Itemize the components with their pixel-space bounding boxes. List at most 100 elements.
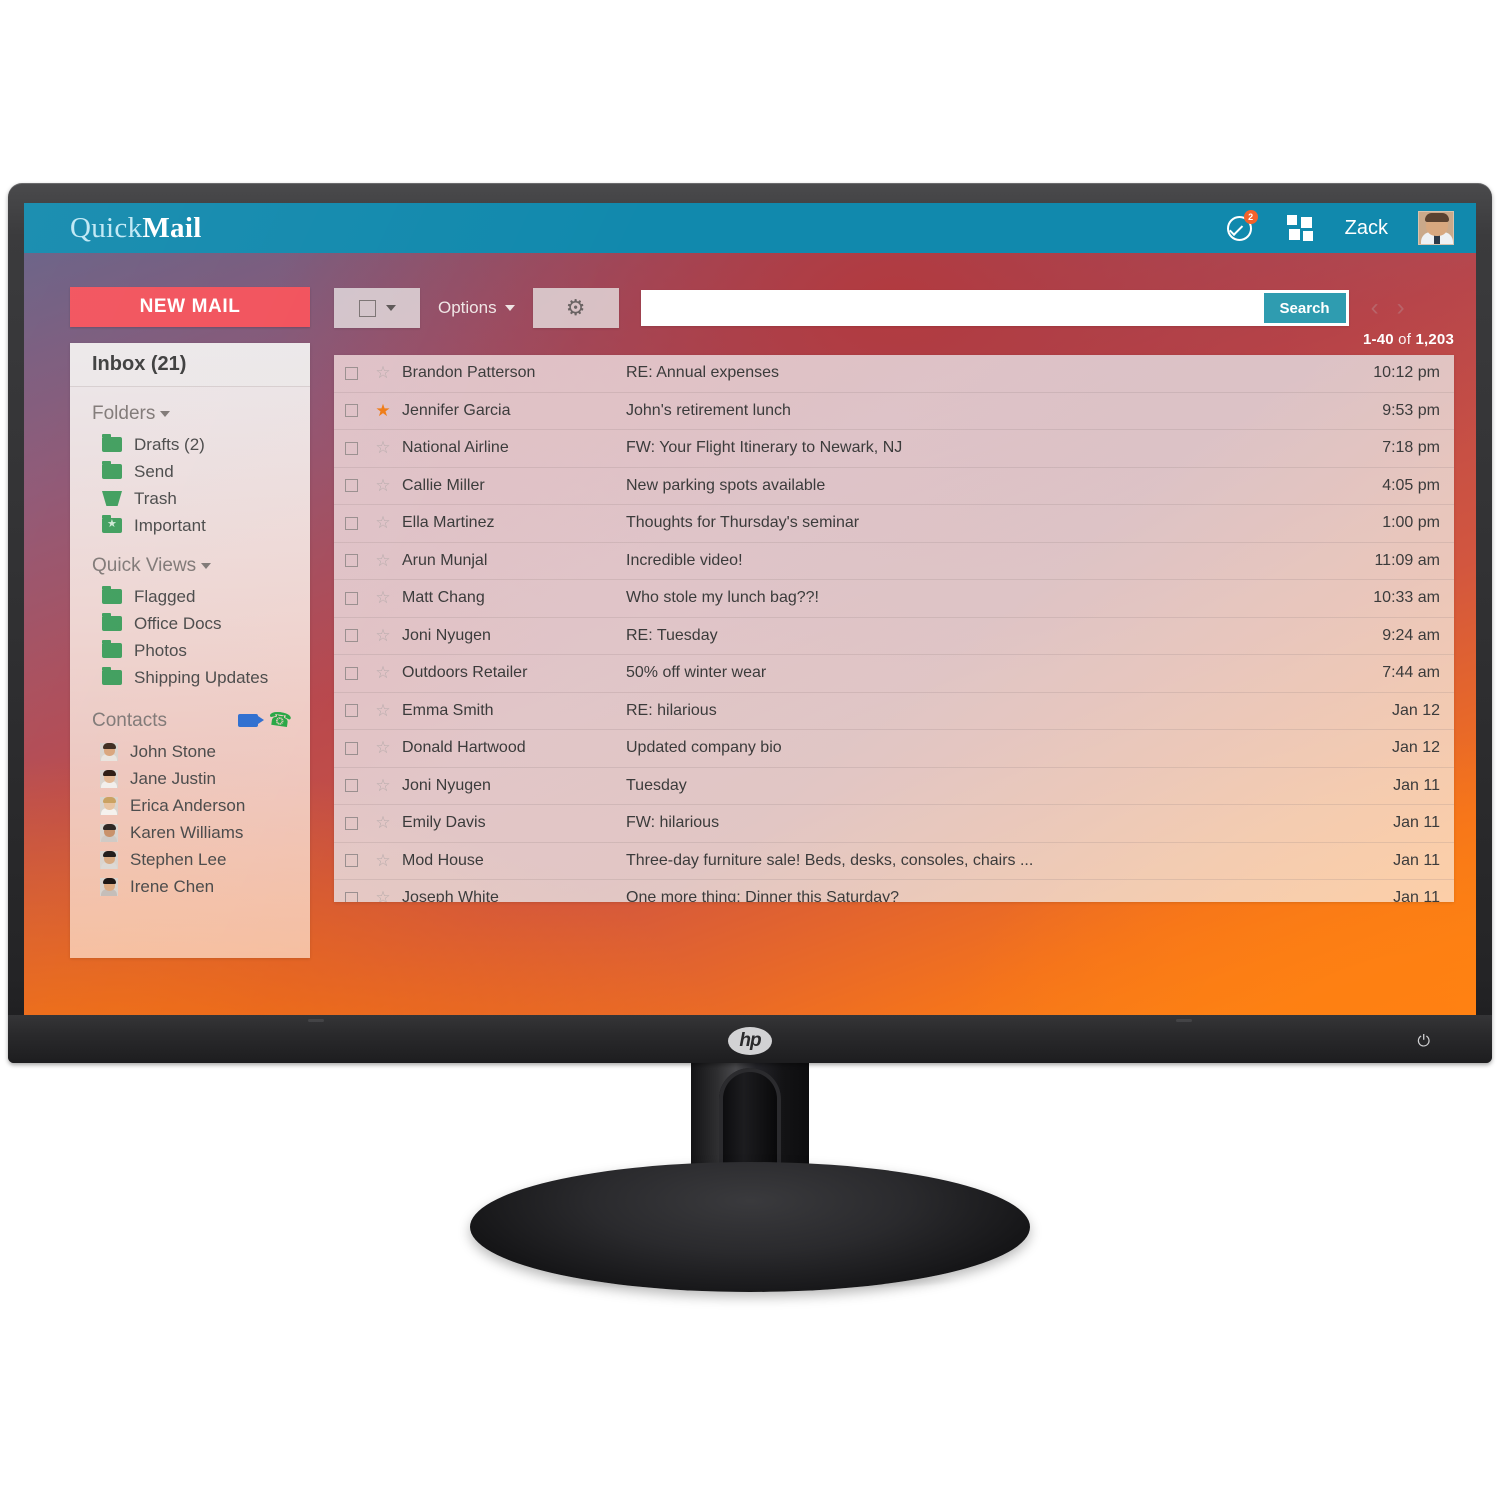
contact-list-item[interactable]: Karen Williams — [70, 819, 310, 846]
apps-grid-icon[interactable] — [1285, 213, 1315, 243]
star-icon[interactable]: ☆ — [368, 513, 398, 533]
sidebar-item-drafts[interactable]: Drafts (2) — [70, 431, 310, 458]
quick-views-section-header[interactable]: Quick Views — [70, 539, 310, 583]
settings-button[interactable]: ⚙ — [532, 288, 619, 328]
sidebar-item-flagged[interactable]: Flagged — [70, 583, 310, 610]
star-icon[interactable]: ☆ — [368, 663, 398, 683]
folder-icon — [102, 667, 122, 685]
star-icon[interactable]: ☆ — [368, 588, 398, 608]
mail-row[interactable]: ☆ Matt Chang Who stole my lunch bag??! 10:3… — [334, 580, 1454, 618]
sidebar-item-trash[interactable]: Trash — [70, 485, 310, 512]
mail-time: 10:12 pm — [1373, 364, 1440, 382]
contact-name: Stephen Lee — [130, 849, 227, 869]
sidebar-item-shipping-updates[interactable]: Shipping Updates — [70, 664, 310, 691]
monitor-chin: hp ⏻ — [8, 1015, 1492, 1063]
mail-row[interactable]: ☆ National Airline FW: Your Flight Itinera… — [334, 430, 1454, 468]
app-logo[interactable]: QuickMail — [70, 212, 202, 245]
mail-checkbox[interactable] — [334, 666, 368, 680]
mail-row[interactable]: ☆ Callie Miller New parking spots availabl… — [334, 468, 1454, 505]
star-icon[interactable]: ☆ — [368, 363, 398, 383]
checkbox-icon — [358, 299, 376, 317]
mail-time: 4:05 pm — [1382, 476, 1440, 494]
sidebar-item-send[interactable]: Send — [70, 458, 310, 485]
select-all-dropdown[interactable] — [334, 288, 420, 328]
mail-row[interactable]: ☆ Joni Nyugen RE: Tuesday 9:24 am — [334, 618, 1454, 655]
mail-checkbox[interactable] — [334, 816, 368, 830]
mail-subject: Incredible video! — [626, 551, 743, 569]
mail-checkbox[interactable] — [334, 554, 368, 568]
star-icon[interactable]: ☆ — [368, 888, 398, 902]
star-icon[interactable]: ☆ — [368, 813, 398, 833]
sidebar-item-photos[interactable]: Photos — [70, 637, 310, 664]
video-camera-icon[interactable] — [238, 714, 265, 727]
new-mail-button[interactable]: NEW MAIL — [70, 287, 310, 327]
contact-name: Irene Chen — [130, 876, 215, 896]
star-icon[interactable]: ☆ — [368, 738, 398, 758]
mail-sender: Donald Hartwood — [402, 739, 526, 757]
mail-row[interactable]: ☆ Donald Hartwood Updated company bio Jan 1… — [334, 730, 1454, 768]
mail-checkbox[interactable] — [334, 441, 368, 455]
star-icon[interactable]: ☆ — [368, 476, 398, 496]
star-icon[interactable]: ★ — [368, 401, 398, 421]
chevron-right-icon[interactable]: › — [1397, 296, 1405, 320]
mail-row[interactable]: ★ Jennifer Garcia John's retirement lunch 9… — [334, 393, 1454, 430]
search-input[interactable] — [640, 290, 1264, 326]
chevron-left-icon[interactable]: ‹ — [1371, 296, 1379, 320]
mail-row[interactable]: ☆ Emma Smith RE: hilarious Jan 12 — [334, 693, 1454, 730]
monitor-screen: QuickMail 2 Zack NEW MAIL Inbox (21) Fol… — [24, 203, 1476, 1015]
quick-views-section-label: Quick Views — [92, 555, 197, 576]
search-button[interactable]: Search — [1263, 293, 1346, 323]
mail-checkbox[interactable] — [334, 891, 368, 902]
mail-checkbox[interactable] — [334, 366, 368, 380]
mail-checkbox[interactable] — [334, 741, 368, 755]
phone-icon[interactable]: ☎ — [267, 707, 294, 733]
avatar[interactable] — [1418, 211, 1454, 245]
star-icon[interactable]: ☆ — [368, 776, 398, 796]
contact-list-item[interactable]: Irene Chen — [70, 873, 310, 900]
mail-row[interactable]: ☆ Ella Martinez Thoughts for Thursday's se… — [334, 505, 1454, 543]
mail-checkbox[interactable] — [334, 591, 368, 605]
screenshot-stage: V270 hp ⏻ QuickMail 2 Zack — [0, 0, 1500, 1500]
mail-subject: 50% off winter wear — [626, 664, 767, 682]
power-button-icon[interactable]: ⏻ — [1417, 1033, 1430, 1051]
mail-row[interactable]: ☆ Mod House Three-day furniture sale! Beds… — [334, 843, 1454, 880]
contact-list-item[interactable]: Jane Justin — [70, 765, 310, 792]
mail-subject: FW: Your Flight Itinerary to Newark, NJ — [626, 439, 903, 457]
mail-checkbox[interactable] — [334, 479, 368, 493]
star-icon[interactable]: ☆ — [368, 851, 398, 871]
sidebar-item-office-docs[interactable]: Office Docs — [70, 610, 310, 637]
contact-list-item[interactable]: John Stone — [70, 738, 310, 765]
star-icon[interactable]: ☆ — [368, 626, 398, 646]
star-icon[interactable]: ☆ — [368, 438, 398, 458]
mail-row[interactable]: ☆ Joni Nyugen Tuesday Jan 11 — [334, 768, 1454, 805]
mail-row[interactable]: ☆ Joseph White One more thing: Dinner this… — [334, 880, 1454, 902]
chin-vent-right — [1176, 1019, 1192, 1022]
apps-grid-shape — [1286, 215, 1313, 241]
contact-list-item[interactable]: Stephen Lee — [70, 846, 310, 873]
contacts-actions: ☎ — [238, 707, 294, 733]
mail-row[interactable]: ☆ Brandon Patterson RE: Annual expenses 10:… — [334, 355, 1454, 393]
header-actions: 2 Zack — [1225, 210, 1454, 245]
contact-list: John Stone Jane Justin Erica Anderson Karen… — [70, 738, 310, 900]
sidebar-item-important[interactable]: Important — [70, 512, 310, 539]
mail-checkbox[interactable] — [334, 854, 368, 868]
mail-checkbox[interactable] — [334, 704, 368, 718]
mail-row[interactable]: ☆ Emily Davis FW: hilarious Jan 11 — [334, 805, 1454, 843]
clock-check-icon[interactable]: 2 — [1225, 210, 1258, 243]
mail-row[interactable]: ☆ Arun Munjal Incredible video! 11:09 am — [334, 543, 1454, 580]
contact-list-item[interactable]: Erica Anderson — [70, 792, 310, 819]
options-dropdown[interactable]: Options — [438, 298, 515, 318]
mail-checkbox[interactable] — [334, 629, 368, 643]
contact-name: Jane Justin — [130, 768, 216, 788]
mail-row[interactable]: ☆ Outdoors Retailer 50% off winter wear 7:4… — [334, 655, 1454, 693]
sidebar-item-inbox[interactable]: Inbox (21) — [70, 343, 310, 387]
mail-checkbox[interactable] — [334, 779, 368, 793]
star-icon[interactable]: ☆ — [368, 551, 398, 571]
user-name-label[interactable]: Zack — [1345, 217, 1388, 240]
star-icon[interactable]: ☆ — [368, 701, 398, 721]
folders-section-header[interactable]: Folders — [70, 387, 310, 431]
mail-toolbar: Options ⚙ Search ‹ › — [334, 287, 1454, 329]
mail-time: Jan 12 — [1391, 701, 1440, 719]
mail-checkbox[interactable] — [334, 516, 368, 530]
mail-checkbox[interactable] — [334, 404, 368, 418]
